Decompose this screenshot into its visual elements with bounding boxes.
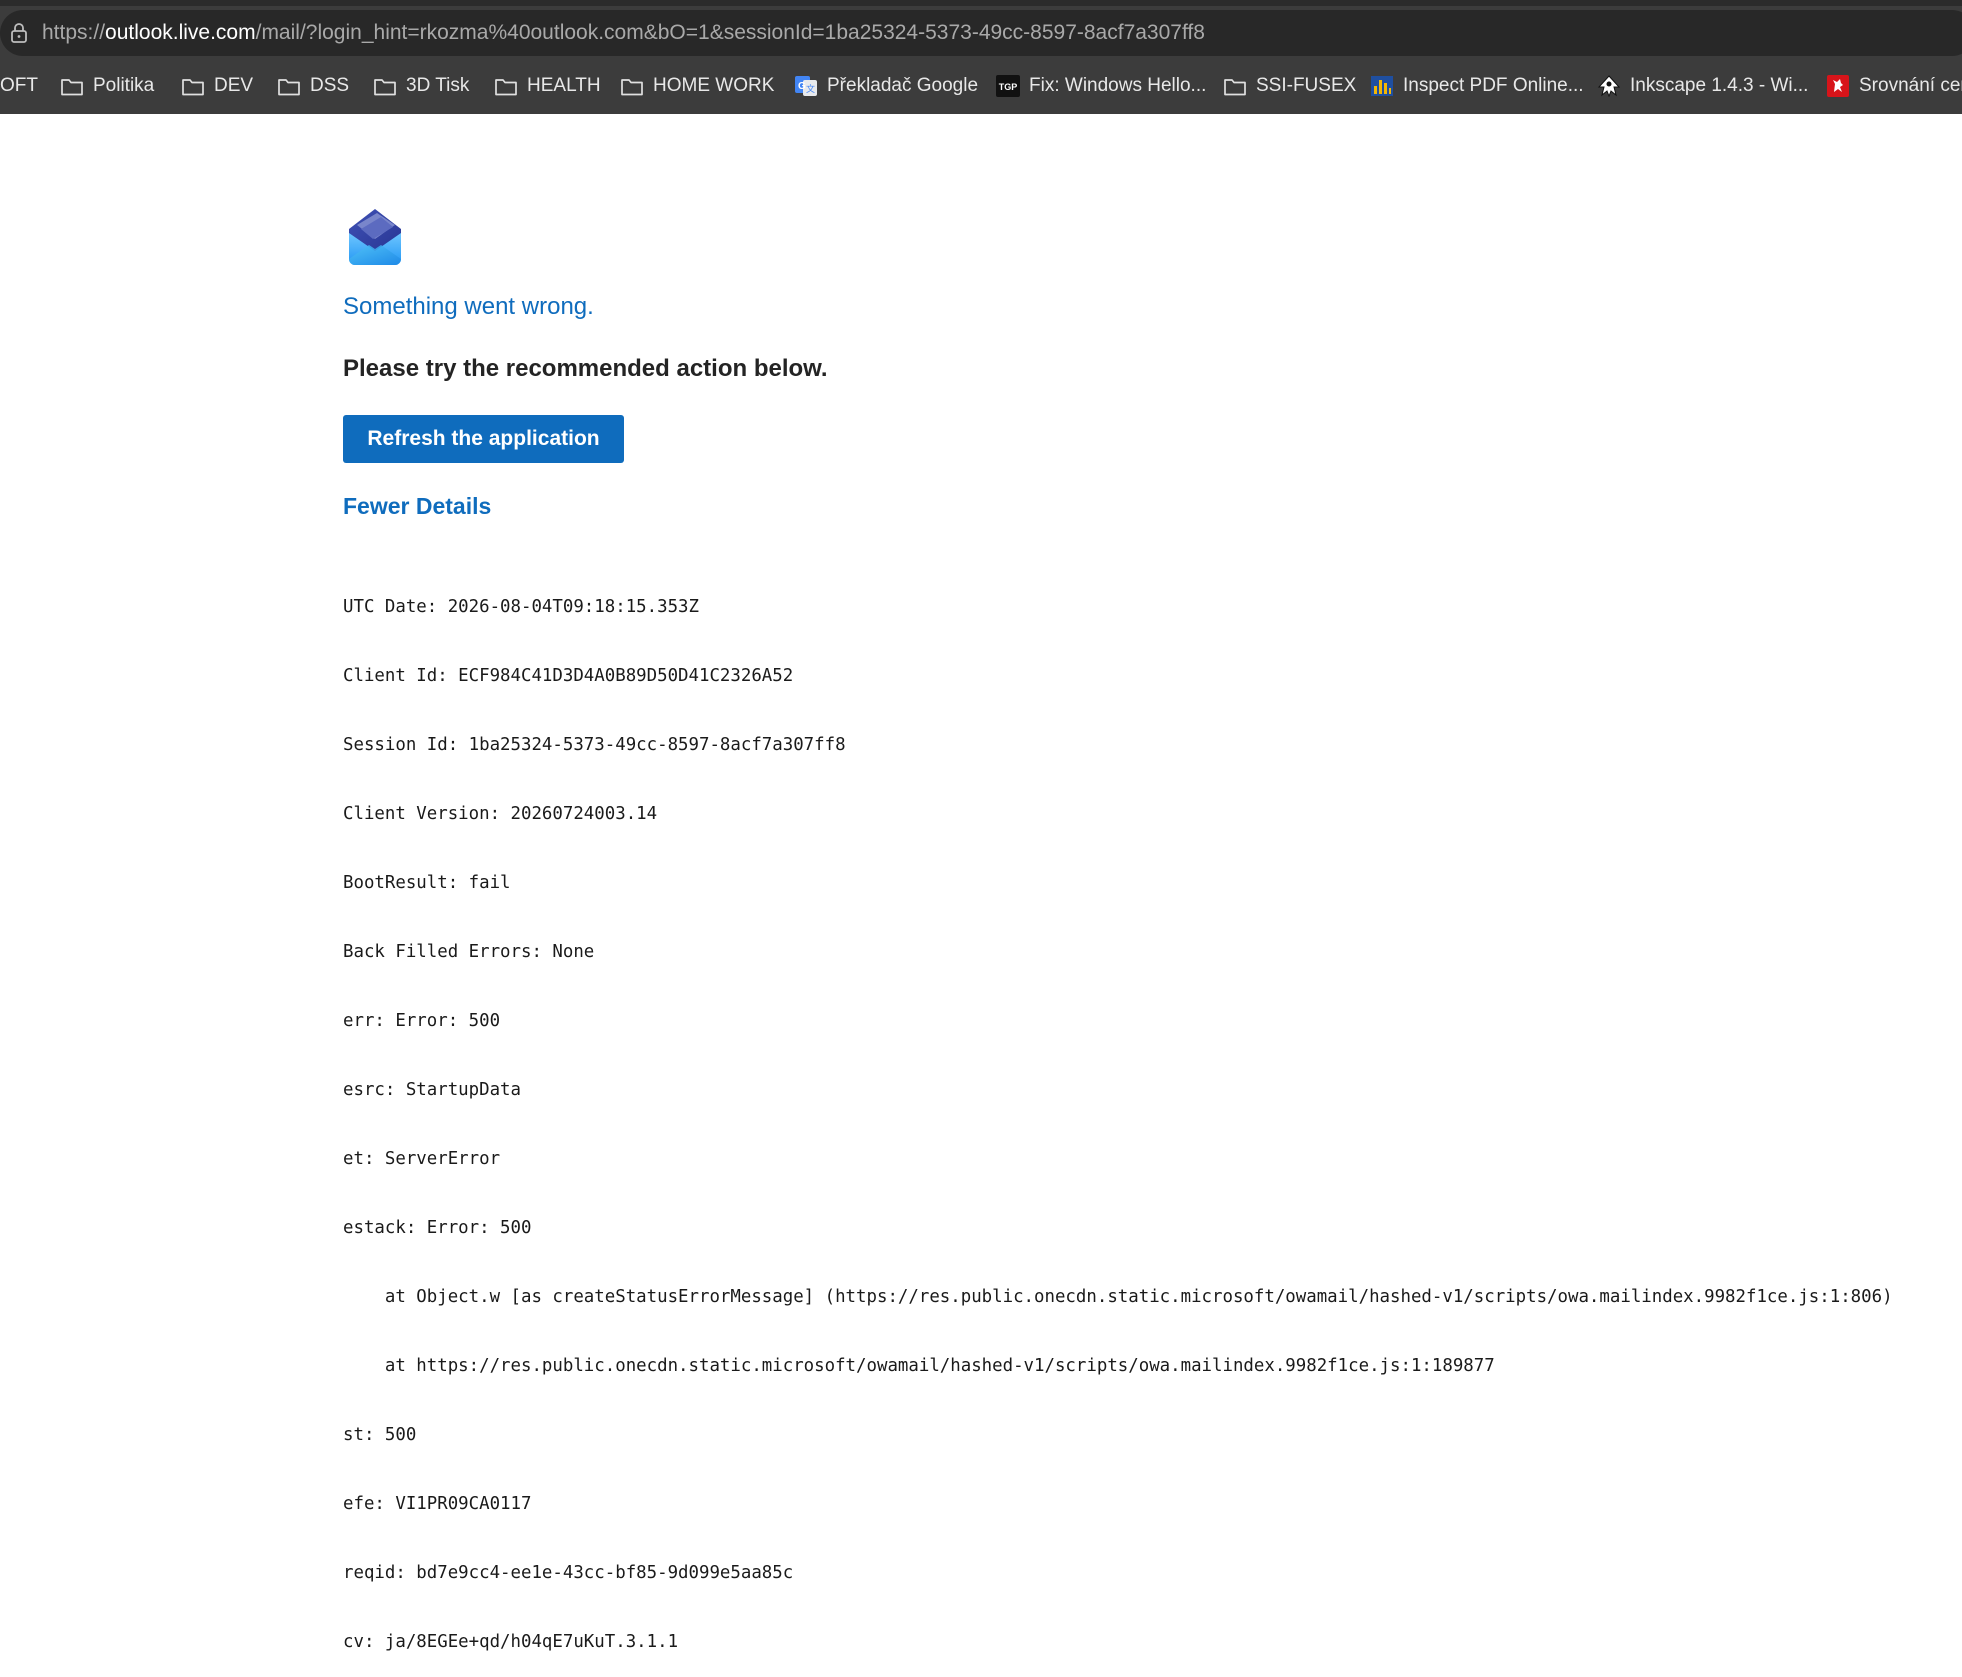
detail-line: at Object.w [as createStatusErrorMessage… (343, 1287, 1893, 1307)
lock-icon[interactable] (9, 22, 29, 44)
bookmark-label: 3D Tisk (406, 75, 470, 96)
svg-text:文: 文 (806, 83, 815, 94)
folder-icon (495, 79, 517, 96)
bookmark-label: Politika (93, 75, 155, 96)
google-translate-icon: G 文 (795, 76, 817, 96)
detail-line: efe: VI1PR09CA0117 (343, 1494, 532, 1514)
bookmark-inspect-pdf[interactable]: Inspect PDF Online... (1370, 68, 1584, 104)
error-details: UTC Date: 2026-08-04T09:18:15.353Z Clien… (343, 550, 1893, 1677)
folder-icon (374, 79, 396, 96)
error-title: Something went wrong. (343, 293, 594, 320)
refresh-application-button[interactable]: Refresh the application (343, 415, 624, 463)
bookmark-label: HEALTH (527, 75, 601, 96)
bookmark-ssi-fusex[interactable]: SSI-FUSEX (1223, 68, 1356, 104)
bookmark-inkscape[interactable]: Inkscape 1.4.3 - Wi... (1597, 68, 1808, 104)
url-text[interactable]: https://outlook.live.com/mail/?login_hin… (42, 21, 1205, 45)
svg-text:G: G (798, 81, 806, 92)
detail-line: Back Filled Errors: None (343, 942, 595, 962)
bookmark-dev[interactable]: DEV (181, 68, 253, 104)
detail-line: estack: Error: 500 (343, 1218, 532, 1238)
folder-icon (621, 79, 643, 96)
folder-icon (1224, 79, 1246, 96)
detail-line: UTC Date: 2026-08-04T09:18:15.353Z (343, 597, 699, 617)
url-scheme: https:// (42, 21, 106, 44)
address-bar[interactable]: https://outlook.live.com/mail/?login_hin… (0, 10, 1962, 56)
detail-line: cv: ja/8EGEe+qd/h04qE7uKuT.3.1.1 (343, 1632, 679, 1652)
bookmark-label: DSS (310, 75, 350, 96)
tab-strip (0, 0, 1962, 6)
detail-line: Client Id: ECF984C41D3D4A0B89D50D41C2326… (343, 666, 794, 686)
detail-line: BootResult: fail (343, 873, 511, 893)
bookmarks-bar: OFT Politika DEV DSS 3D Tisk HEALTH HOME… (0, 68, 1962, 104)
tgp-icon: TGP (996, 75, 1020, 97)
detail-line: Client Version: 20260724003.14 (343, 804, 658, 824)
bookmark-label: Fix: Windows Hello... (1029, 75, 1207, 96)
url-host: outlook.live.com (105, 21, 256, 44)
bookmark-label: SSI-FUSEX (1256, 75, 1357, 96)
bookmark-health[interactable]: HEALTH (494, 68, 601, 104)
detail-line: Session Id: 1ba25324-5373-49cc-8597-8acf… (343, 735, 846, 755)
detail-line: reqid: bd7e9cc4-ee1e-43cc-bf85-9d099e5aa… (343, 1563, 794, 1583)
detail-line: err: Error: 500 (343, 1011, 501, 1031)
bookmark-label: Srovnání cen (1859, 75, 1962, 96)
bookmark-label: Inkscape 1.4.3 - Wi... (1630, 75, 1809, 96)
bookmark-label: DEV (214, 75, 254, 96)
bookmark-fix-windows-hello[interactable]: TGP Fix: Windows Hello... (996, 68, 1206, 104)
inkscape-icon (1597, 75, 1621, 97)
browser-chrome: https://outlook.live.com/mail/?login_hin… (0, 0, 1962, 114)
folder-icon (182, 79, 204, 96)
bar-chart-icon (1371, 76, 1393, 96)
detail-line: at https://res.public.onecdn.static.micr… (343, 1356, 1495, 1376)
bookmark-3d-tisk[interactable]: 3D Tisk (373, 68, 469, 104)
bookmark-oft[interactable]: OFT (0, 68, 38, 104)
outlook-logo-icon (349, 209, 401, 265)
bookmark-home-work[interactable]: HOME WORK (620, 68, 774, 104)
fewer-details-link[interactable]: Fewer Details (343, 493, 491, 520)
folder-icon (278, 79, 300, 96)
folder-icon (61, 79, 83, 96)
czech-lion-icon (1827, 75, 1849, 97)
detail-line: esrc: StartupData (343, 1080, 521, 1100)
bookmark-dss[interactable]: DSS (277, 68, 349, 104)
bookmark-label: Inspect PDF Online... (1403, 75, 1584, 96)
bookmark-label: HOME WORK (653, 75, 775, 96)
bookmark-prekladac-google[interactable]: G 文 Překladač Google (794, 68, 978, 104)
detail-line: st: 500 (343, 1425, 417, 1445)
svg-text:TGP: TGP (999, 82, 1018, 92)
bookmark-srovnani-cen[interactable]: Srovnání cen (1826, 68, 1962, 104)
error-subtitle: Please try the recommended action below. (343, 355, 828, 382)
url-path: /mail/?login_hint=rkozma%40outlook.com&b… (255, 21, 1205, 44)
bookmark-label: OFT (0, 75, 38, 96)
bookmark-label: Překladač Google (827, 75, 979, 96)
detail-line: et: ServerError (343, 1149, 501, 1169)
bookmark-politika[interactable]: Politika (60, 68, 154, 104)
